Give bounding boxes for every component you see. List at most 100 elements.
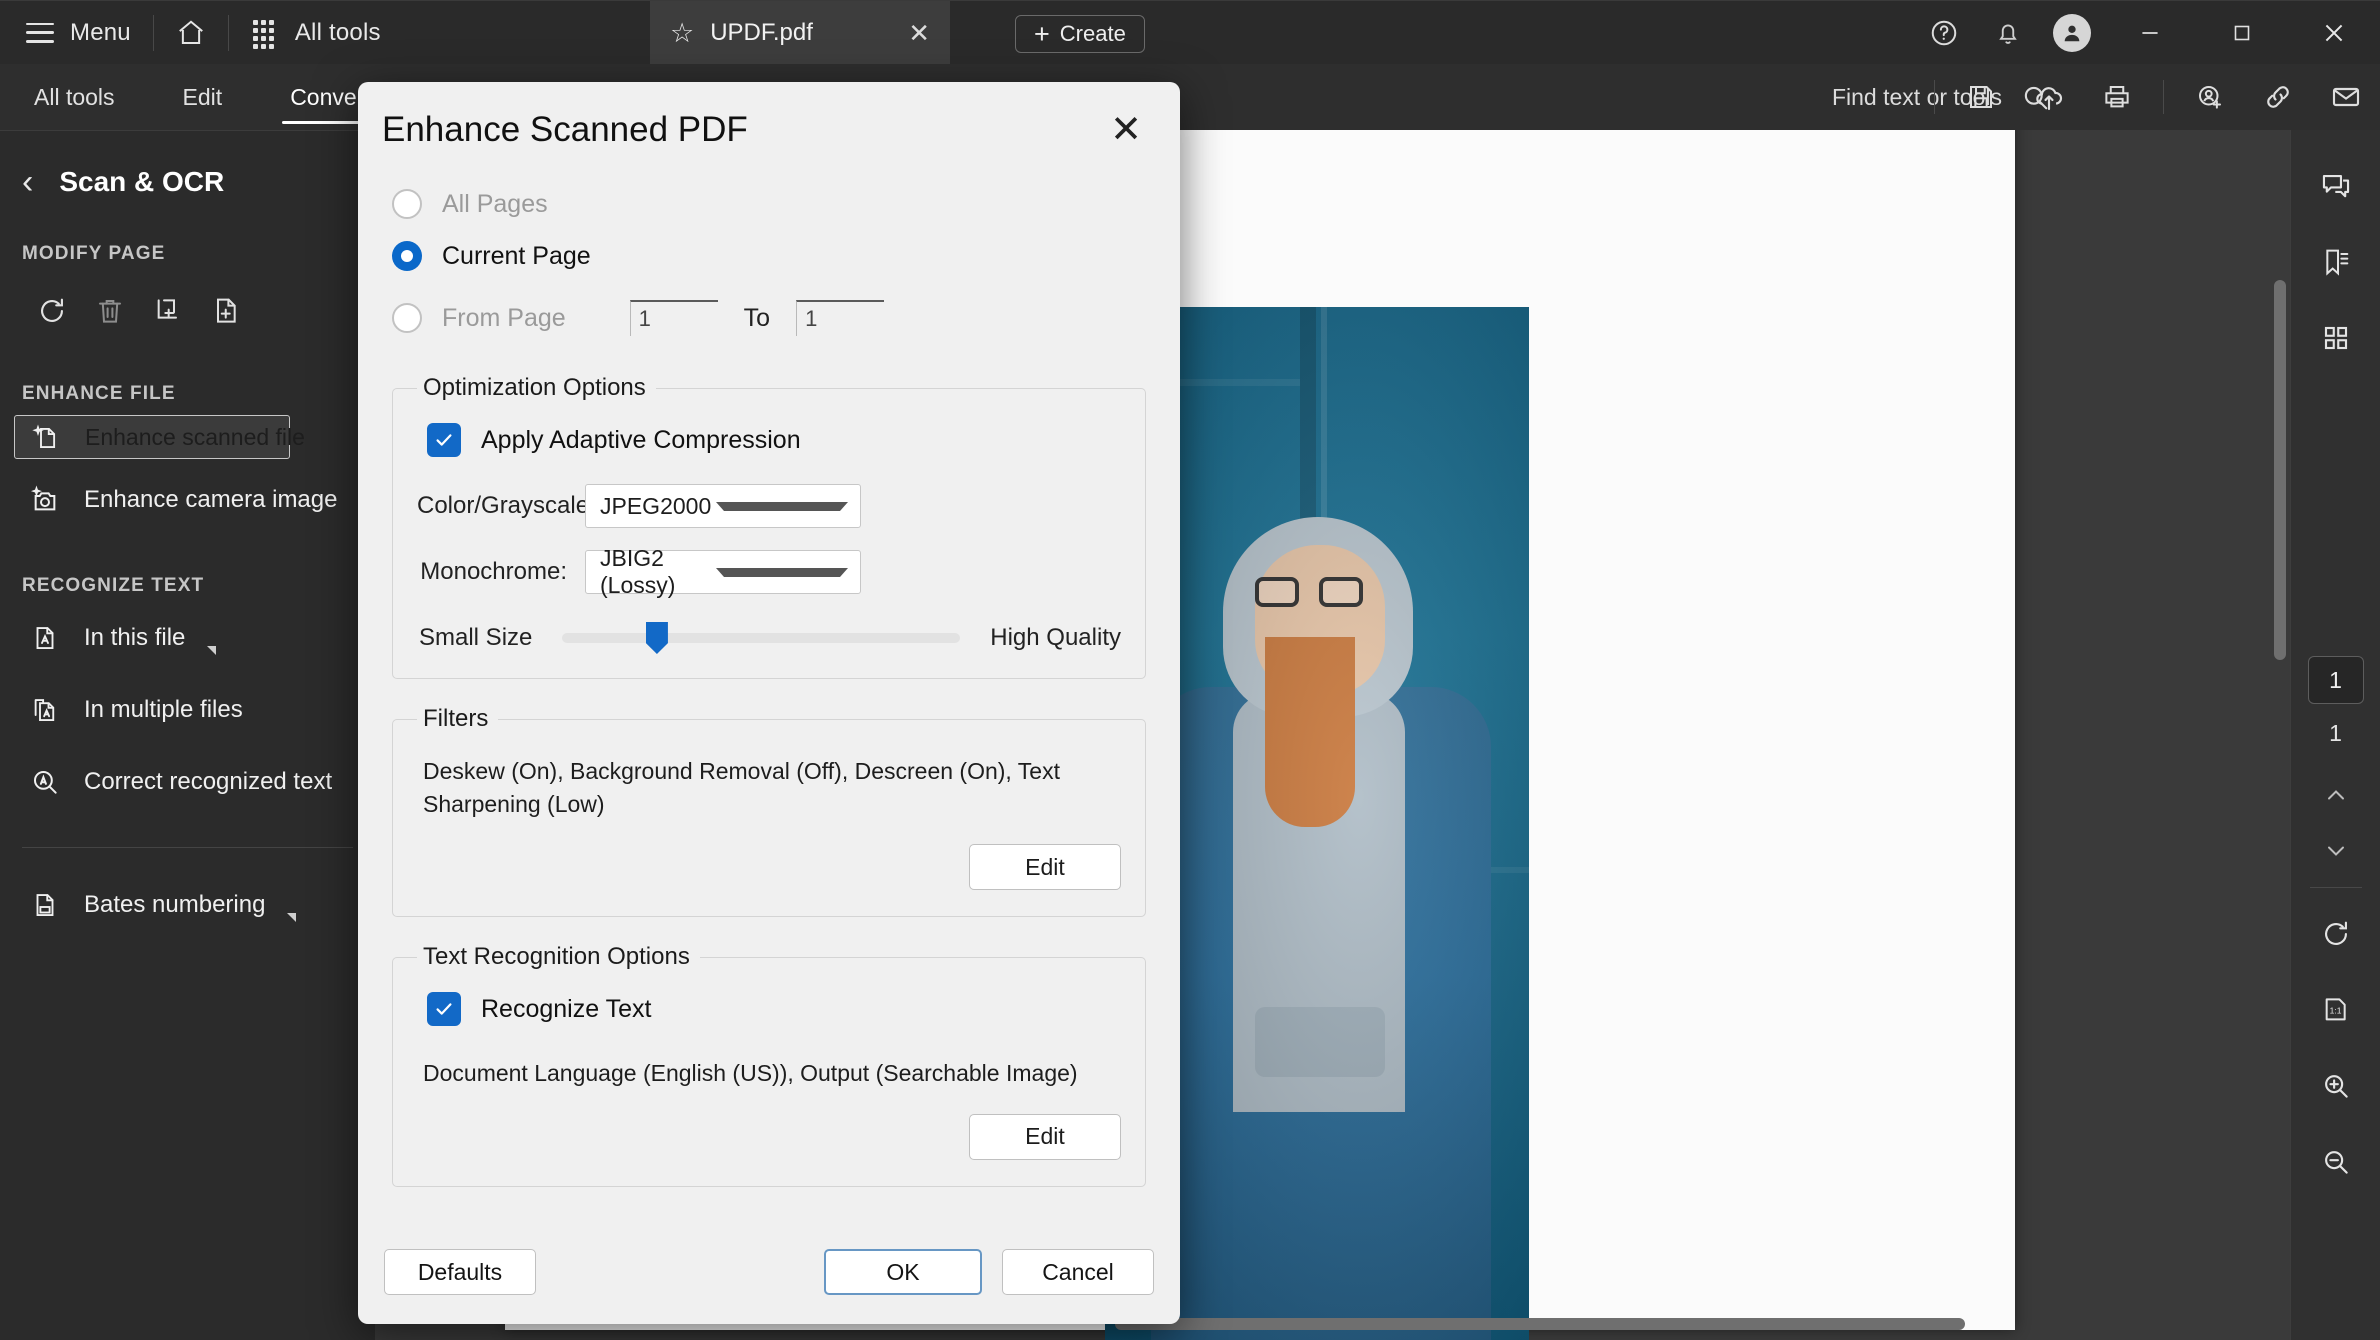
comment-icon bbox=[2319, 169, 2353, 203]
actual-size-button[interactable]: 1:1 bbox=[2301, 972, 2371, 1048]
sidebar-item-enhance-scanned-file[interactable]: Enhance scanned file bbox=[14, 415, 305, 459]
tab-all-tools[interactable]: All tools bbox=[26, 64, 123, 130]
home-icon bbox=[176, 18, 206, 48]
window-controls bbox=[1912, 1, 2380, 65]
defaults-button[interactable]: Defaults bbox=[384, 1249, 536, 1295]
sidebar-item-bates-numbering[interactable]: Bates numbering bbox=[14, 874, 361, 936]
previous-page-button[interactable] bbox=[2301, 767, 2371, 823]
thumbnails-button[interactable] bbox=[2301, 300, 2371, 376]
chevron-up-icon bbox=[2322, 781, 2350, 809]
enhance-camera-icon bbox=[28, 484, 62, 516]
radio-indicator bbox=[392, 189, 422, 219]
hamburger-icon bbox=[26, 22, 54, 43]
radio-all-pages[interactable]: All Pages bbox=[392, 178, 1158, 230]
account-button[interactable] bbox=[2040, 1, 2104, 65]
maximize-button[interactable] bbox=[2196, 1, 2288, 65]
title-bar: Menu All tools ☆ UPDF.pdf ✕ + Create bbox=[0, 0, 2380, 65]
sidebar-item-label: In this file bbox=[84, 624, 186, 651]
checkbox-adaptive-compression[interactable]: Apply Adaptive Compression bbox=[427, 408, 1121, 472]
monochrome-select[interactable]: JBIG2 (Lossy) bbox=[585, 545, 861, 598]
select-value: JPEG2000 bbox=[600, 492, 712, 519]
save-button[interactable] bbox=[1947, 64, 2015, 130]
checkbox-indicator bbox=[427, 423, 461, 457]
ribbon-action-icons bbox=[1922, 64, 2380, 130]
cloud-upload-button[interactable] bbox=[2015, 64, 2083, 130]
left-sidebar: ‹ Scan & OCR MODIFY PAGE ENHANCE FILE En… bbox=[0, 130, 375, 1340]
sidebar-item-in-multiple-files[interactable]: In multiple files bbox=[14, 679, 361, 741]
delete-page-button[interactable] bbox=[82, 283, 138, 339]
mail-button[interactable] bbox=[2312, 64, 2380, 130]
text-recognition-edit-button[interactable]: Edit bbox=[969, 1113, 1121, 1160]
enhance-scanned-pdf-dialog: Enhance Scanned PDF ✕ All Pages Current … bbox=[358, 82, 1180, 1324]
slider-min-label: Small Size bbox=[419, 624, 533, 651]
close-window-button[interactable] bbox=[2288, 1, 2380, 65]
create-label: Create bbox=[1059, 21, 1126, 46]
optimization-options-group: Optimization Options Apply Adaptive Comp… bbox=[392, 374, 1146, 679]
radio-indicator bbox=[392, 241, 422, 271]
sidebar-item-correct-recognized-text[interactable]: Correct recognized text bbox=[14, 751, 361, 813]
create-button[interactable]: + Create bbox=[1015, 15, 1145, 53]
bookmarks-button[interactable] bbox=[2301, 224, 2371, 300]
filters-summary: Deskew (On), Background Removal (Off), D… bbox=[423, 758, 1060, 817]
current-page-input[interactable]: 1 bbox=[2307, 656, 2364, 704]
chevron-down-icon bbox=[716, 501, 848, 511]
checkbox-indicator bbox=[427, 992, 461, 1027]
to-page-input[interactable] bbox=[796, 300, 885, 336]
actual-size-icon: 1:1 bbox=[2320, 994, 2352, 1026]
chevron-left-icon[interactable]: ‹ bbox=[22, 165, 33, 199]
link-icon bbox=[2263, 82, 2293, 112]
insert-page-button[interactable] bbox=[198, 283, 254, 339]
slider-thumb[interactable] bbox=[645, 622, 668, 654]
group-legend: Optimization Options bbox=[423, 374, 646, 401]
close-icon[interactable]: ✕ bbox=[1106, 111, 1146, 149]
notifications-button[interactable] bbox=[1976, 1, 2040, 65]
all-tools-button[interactable]: All tools bbox=[229, 1, 405, 65]
add-person-button[interactable] bbox=[2176, 64, 2244, 130]
help-button[interactable] bbox=[1912, 1, 1976, 65]
home-button[interactable] bbox=[154, 1, 228, 65]
quality-slider[interactable] bbox=[562, 622, 961, 654]
divider bbox=[2309, 887, 2362, 888]
ocr-file-icon bbox=[28, 623, 62, 653]
ok-button[interactable]: OK bbox=[824, 1249, 982, 1295]
comments-button[interactable] bbox=[2301, 148, 2371, 224]
close-icon[interactable]: ✕ bbox=[908, 18, 930, 49]
scrollbar-thumb[interactable] bbox=[1115, 1318, 1965, 1330]
menu-button[interactable]: Menu bbox=[0, 1, 153, 65]
sidebar-item-in-this-file[interactable]: In this file bbox=[14, 607, 361, 669]
dialog-title: Enhance Scanned PDF bbox=[382, 110, 748, 149]
rotate-page-button[interactable] bbox=[24, 283, 80, 339]
sidebar-item-label: Enhance camera image bbox=[84, 486, 338, 513]
zoom-out-button[interactable] bbox=[2301, 1124, 2371, 1200]
dialog-header: Enhance Scanned PDF ✕ bbox=[358, 82, 1180, 178]
color-grayscale-select[interactable]: JPEG2000 bbox=[585, 484, 861, 528]
star-icon[interactable]: ☆ bbox=[670, 19, 694, 47]
radio-from-page-row[interactable]: From Page To bbox=[392, 288, 1158, 348]
section-label-enhance-file: ENHANCE FILE bbox=[22, 383, 176, 404]
document-tab-label: UPDF.pdf bbox=[710, 19, 813, 46]
tab-edit[interactable]: Edit bbox=[175, 64, 231, 130]
group-legend: Text Recognition Options bbox=[423, 943, 690, 971]
cancel-button[interactable]: Cancel bbox=[1002, 1249, 1154, 1295]
document-tab[interactable]: ☆ UPDF.pdf ✕ bbox=[650, 1, 950, 65]
sidebar-item-label: In multiple files bbox=[84, 696, 243, 723]
zoom-in-button[interactable] bbox=[2301, 1048, 2371, 1124]
zoom-in-icon bbox=[2320, 1070, 2352, 1102]
plus-icon: + bbox=[1034, 18, 1050, 49]
chevron-down-icon bbox=[716, 567, 848, 577]
minimize-button[interactable] bbox=[2104, 1, 2196, 65]
radio-current-page[interactable]: Current Page bbox=[392, 230, 1158, 282]
vertical-scrollbar[interactable] bbox=[2274, 150, 2286, 1210]
rotate-view-button[interactable] bbox=[2301, 896, 2371, 972]
scrollbar-thumb[interactable] bbox=[2274, 280, 2286, 660]
crop-page-button[interactable] bbox=[140, 283, 196, 339]
filters-edit-button[interactable]: Edit bbox=[969, 844, 1121, 891]
print-button[interactable] bbox=[2083, 64, 2151, 130]
mail-icon bbox=[2330, 81, 2362, 113]
next-page-button[interactable] bbox=[2301, 823, 2371, 879]
checkbox-recognize-text[interactable]: Recognize Text bbox=[427, 977, 1121, 1041]
bell-icon bbox=[1994, 19, 2022, 47]
from-page-input[interactable] bbox=[629, 300, 718, 336]
sidebar-item-enhance-camera-image[interactable]: Enhance camera image bbox=[14, 469, 361, 531]
link-button[interactable] bbox=[2244, 64, 2312, 130]
